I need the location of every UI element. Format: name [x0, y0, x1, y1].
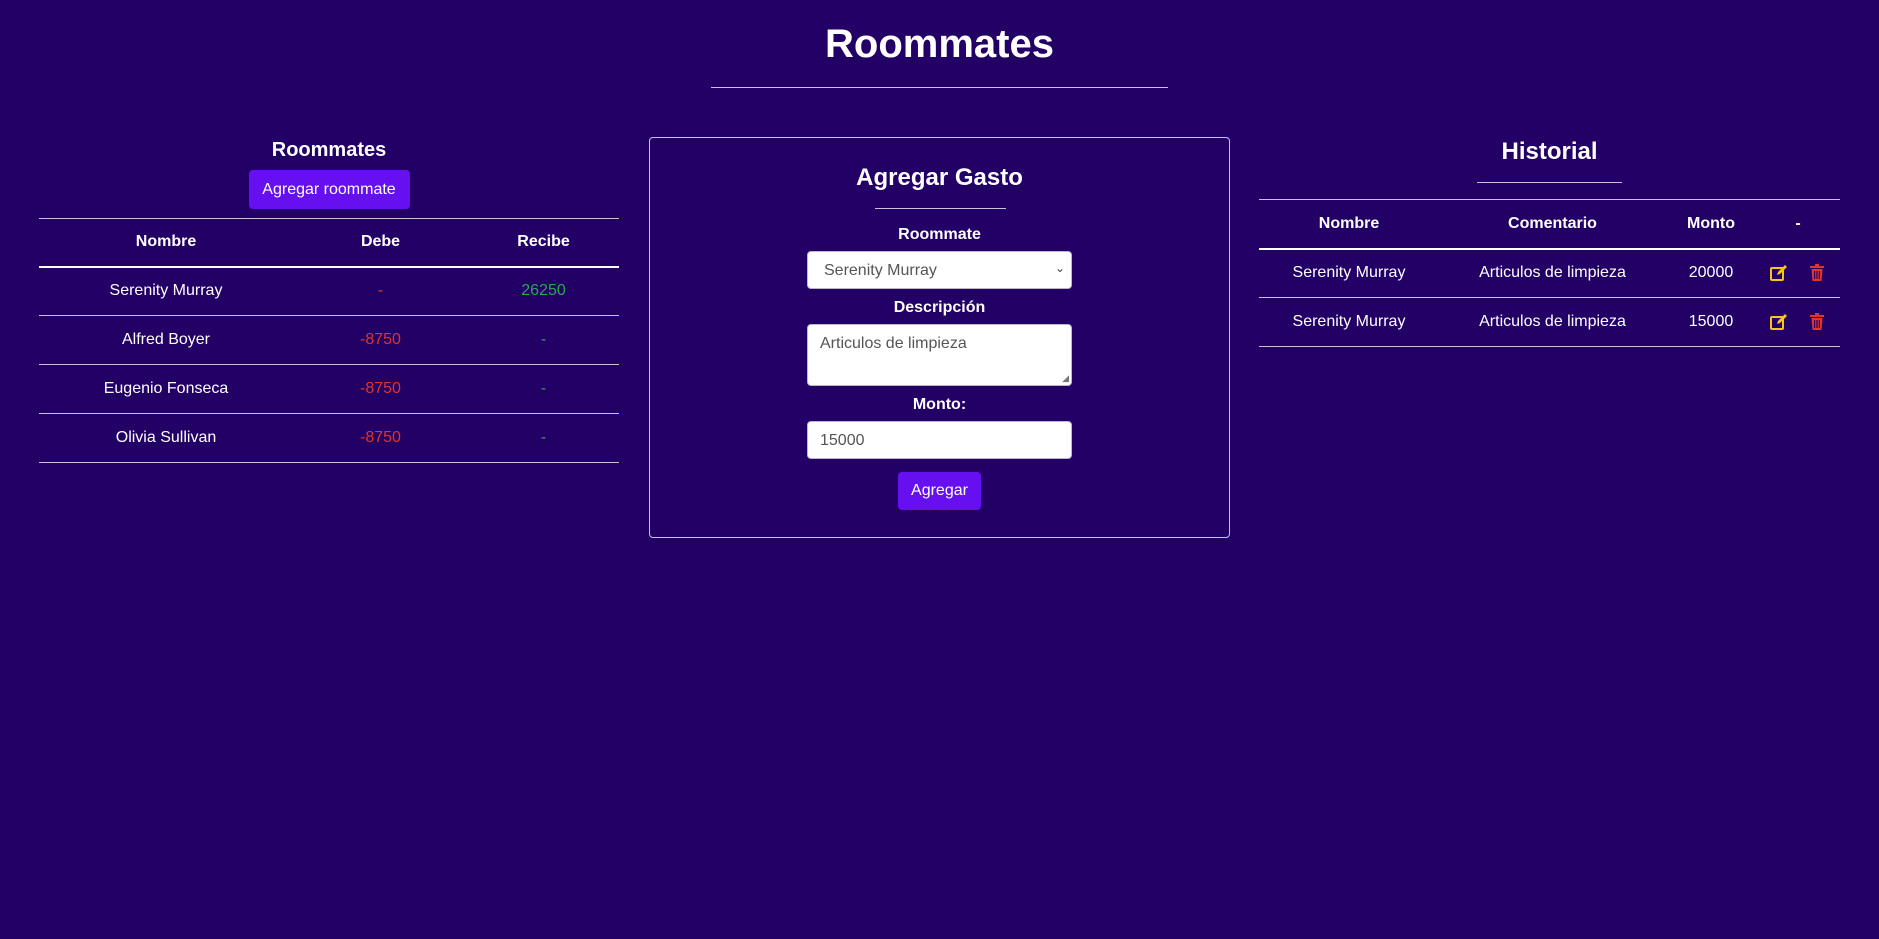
column-header-nombre: Nombre — [1259, 199, 1439, 250]
page-title: Roommates — [825, 22, 1054, 66]
monto-label: Monto: — [912, 396, 967, 413]
column-header-monto: Monto — [1666, 199, 1756, 250]
trash-icon[interactable] — [1807, 263, 1827, 283]
historial-table: Nombre Comentario Monto - Serenity Murra… — [1259, 199, 1840, 347]
chevron-down-icon: ⌄ — [1054, 261, 1065, 275]
historial-comentario: Articulos de limpieza — [1439, 297, 1666, 347]
roommate-select[interactable]: Serenity Murray ⌄ — [807, 251, 1072, 289]
table-row: Serenity Murray Articulos de limpieza 20… — [1259, 248, 1840, 298]
add-roommate-button[interactable]: Agregar roommate — [248, 170, 410, 209]
roommate-name: Serenity Murray — [39, 266, 293, 316]
descripcion-value: Articulos de limpieza — [820, 335, 967, 352]
table-header-row: Nombre Debe Recibe — [39, 218, 619, 268]
add-expense-card: Agregar Gasto Roommate Serenity Murray ⌄… — [649, 137, 1230, 538]
column-header-actions: - — [1756, 199, 1840, 250]
table-row: Olivia Sullivan -8750 - — [39, 413, 619, 463]
historial-nombre: Serenity Murray — [1259, 248, 1439, 298]
column-header-nombre: Nombre — [39, 218, 293, 268]
descripcion-label: Descripción — [893, 299, 986, 316]
roommate-debe: -8750 — [293, 315, 468, 365]
roommate-debe: -8750 — [293, 364, 468, 414]
add-expense-button[interactable]: Agregar — [898, 472, 981, 510]
monto-input[interactable]: 15000 — [807, 421, 1072, 459]
roommates-panel: Roommates Agregar roommate Nombre Debe R… — [39, 138, 619, 463]
column-header-debe: Debe — [293, 218, 468, 268]
roommate-recibe: - — [468, 315, 619, 365]
roommate-debe: -8750 — [293, 413, 468, 463]
edit-icon[interactable] — [1769, 312, 1789, 332]
resize-grip-icon[interactable]: ◢ — [1062, 373, 1069, 384]
table-row: Alfred Boyer -8750 - — [39, 315, 619, 365]
form-title: Agregar Gasto — [856, 164, 1023, 191]
roommate-recibe: 26250 — [468, 266, 619, 316]
edit-icon[interactable] — [1769, 263, 1789, 283]
roommates-table: Nombre Debe Recibe Serenity Murray - 262… — [39, 218, 619, 463]
historial-panel: Historial Nombre Comentario Monto - Sere… — [1259, 136, 1840, 347]
descripcion-textarea[interactable]: Articulos de limpieza ◢ — [807, 324, 1072, 386]
monto-value: 15000 — [820, 432, 865, 449]
historial-nombre: Serenity Murray — [1259, 297, 1439, 347]
title-divider — [711, 87, 1168, 88]
roommates-heading: Roommates — [271, 139, 387, 161]
historial-title-divider — [1477, 182, 1622, 183]
column-header-recibe: Recibe — [468, 218, 619, 268]
trash-icon[interactable] — [1807, 312, 1827, 332]
historial-monto: 20000 — [1666, 248, 1756, 298]
roommate-debe: - — [293, 266, 468, 316]
historial-comentario: Articulos de limpieza — [1439, 248, 1666, 298]
table-row: Serenity Murray - 26250 — [39, 266, 619, 316]
roommate-name: Alfred Boyer — [39, 315, 293, 365]
roommate-name: Olivia Sullivan — [39, 413, 293, 463]
roommate-recibe: - — [468, 413, 619, 463]
form-title-divider — [875, 208, 1006, 209]
roommate-recibe: - — [468, 364, 619, 414]
historial-monto: 15000 — [1666, 297, 1756, 347]
row-actions — [1756, 248, 1840, 298]
table-row: Serenity Murray Articulos de limpieza 15… — [1259, 297, 1840, 347]
historial-title: Historial — [1501, 138, 1598, 165]
roommate-name: Eugenio Fonseca — [39, 364, 293, 414]
column-header-comentario: Comentario — [1439, 199, 1666, 250]
table-row: Eugenio Fonseca -8750 - — [39, 364, 619, 414]
roommate-select-value: Serenity Murray — [824, 262, 937, 279]
row-actions — [1756, 297, 1840, 347]
roommate-label: Roommate — [898, 226, 981, 243]
table-header-row: Nombre Comentario Monto - — [1259, 199, 1840, 250]
